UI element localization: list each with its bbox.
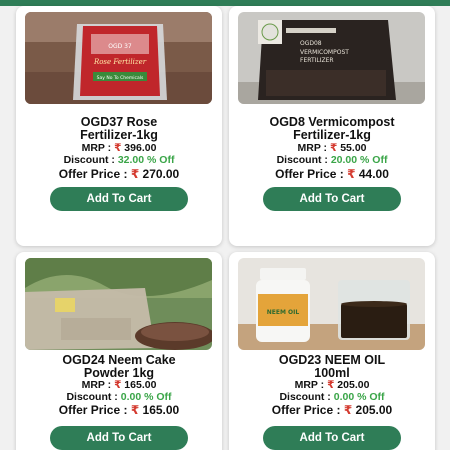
mrp-row: MRP : ₹ 205.00 <box>294 379 370 391</box>
offer-price-row: Offer Price : ₹ 270.00 <box>58 167 180 181</box>
rupee-icon: ₹ <box>327 379 335 391</box>
product-card[interactable]: OGD08 VERMICOMPOST FERTILIZER OGD8 Vermi… <box>229 6 435 246</box>
add-to-cart-button[interactable]: Add To Cart <box>263 426 401 450</box>
svg-text:Rose Fertilizer: Rose Fertilizer <box>93 58 147 66</box>
rupee-icon: ₹ <box>114 142 122 154</box>
rupee-icon: ₹ <box>343 403 353 417</box>
svg-text:VERMICOMPOST: VERMICOMPOST <box>300 49 349 56</box>
discount-row: Discount : 0.00 % Off <box>279 391 385 403</box>
add-to-cart-button[interactable]: Add To Cart <box>50 426 188 450</box>
svg-text:Say No To Chemicals: Say No To Chemicals <box>97 75 144 81</box>
rupee-icon: ₹ <box>130 167 140 181</box>
svg-text:NEEM OIL: NEEM OIL <box>267 309 300 316</box>
offer-price-row: Offer Price : ₹ 44.00 <box>275 167 389 181</box>
rupee-icon: ₹ <box>347 167 356 181</box>
discount-row: Discount : 0.00 % Off <box>66 391 172 403</box>
add-to-cart-button[interactable]: Add To Cart <box>50 187 188 211</box>
product-card[interactable]: NEEM OIL OGD23 NEEM OIL 100ml MRP : ₹ 20… <box>229 252 435 450</box>
vermicompost-bag-image[interactable]: OGD08 VERMICOMPOST FERTILIZER <box>238 12 425 104</box>
offer-price-row: Offer Price : ₹ 165.00 <box>58 403 180 417</box>
product-title[interactable]: OGD23 NEEM OIL 100ml <box>229 354 435 380</box>
product-card[interactable]: OGD24 Neem Cake Powder 1kg MRP : ₹ 165.0… <box>16 252 222 450</box>
add-to-cart-button[interactable]: Add To Cart <box>263 187 401 211</box>
offer-price-row: Offer Price : ₹ 205.00 <box>271 403 393 417</box>
product-title[interactable]: OGD8 Vermicompost Fertilizer-1kg <box>229 116 435 142</box>
rupee-icon: ₹ <box>114 379 122 391</box>
discount-row: Discount : 32.00 % Off <box>63 154 175 166</box>
mrp-row: MRP : ₹ 55.00 <box>297 142 367 154</box>
rupee-icon: ₹ <box>130 403 140 417</box>
svg-text:OGD08: OGD08 <box>300 40 322 47</box>
rupee-icon: ₹ <box>329 142 338 154</box>
discount-row: Discount : 20.00 % Off <box>276 154 388 166</box>
product-card[interactable]: OGD 37 Rose Fertilizer Say No To Chemica… <box>16 6 222 246</box>
mrp-row: MRP : ₹ 165.00 <box>81 379 157 391</box>
fertilizer-bag-image[interactable]: OGD 37 Rose Fertilizer Say No To Chemica… <box>25 12 212 104</box>
svg-text:OGD 37: OGD 37 <box>108 43 132 50</box>
svg-text:FERTILIZER: FERTILIZER <box>300 57 334 64</box>
neem-oil-bottle-image[interactable]: NEEM OIL <box>238 258 425 350</box>
neem-cake-powder-image[interactable] <box>25 258 212 350</box>
product-title[interactable]: OGD37 Rose Fertilizer-1kg <box>16 116 222 142</box>
mrp-row: MRP : ₹ 396.00 <box>81 142 157 154</box>
product-title[interactable]: OGD24 Neem Cake Powder 1kg <box>16 354 222 380</box>
